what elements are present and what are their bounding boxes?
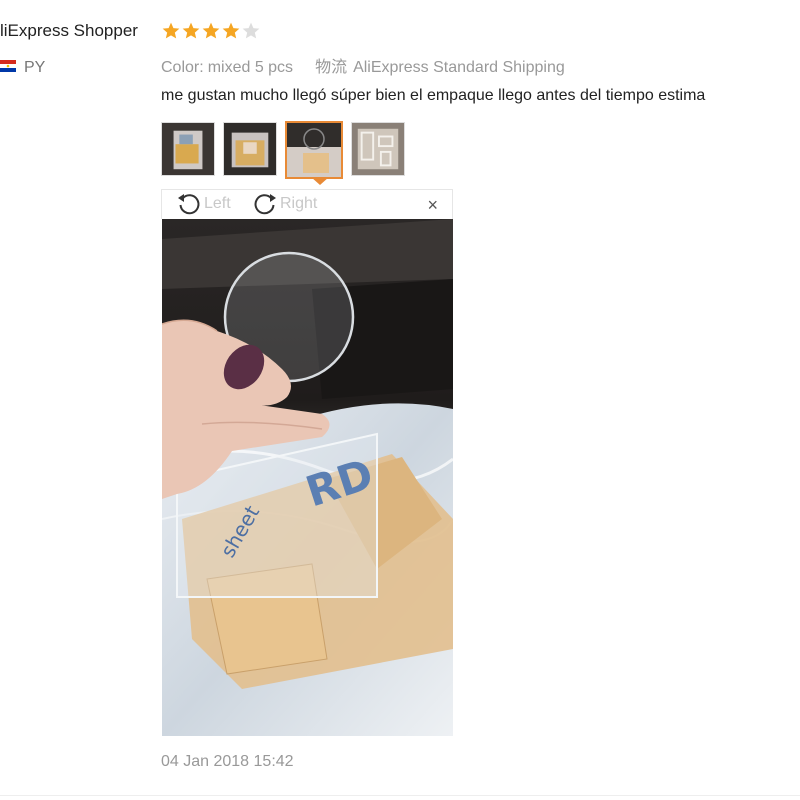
thumbnail-4[interactable] xyxy=(351,122,405,176)
thumbnail-2[interactable] xyxy=(223,122,277,176)
close-icon[interactable]: × xyxy=(427,196,438,214)
star-icon xyxy=(182,22,200,39)
color-value: mixed 5 pcs xyxy=(207,59,294,76)
shopper-name: liExpress Shopper xyxy=(0,21,138,40)
rotate-left-icon xyxy=(178,194,200,215)
country-code: PY xyxy=(24,59,46,76)
thumbnail-image xyxy=(162,123,214,175)
star-icon xyxy=(162,22,180,39)
rating-stars xyxy=(161,21,261,41)
rotate-right-button[interactable]: Right xyxy=(252,192,317,216)
order-info: Color: mixed 5 pcs 物流 AliExpress Standard S… xyxy=(161,53,565,77)
photo-thumbnails xyxy=(161,121,405,179)
star-icon xyxy=(222,22,240,39)
rotate-right-label: Right xyxy=(280,195,318,212)
color-label: Color: xyxy=(161,59,204,76)
thumbnail-image xyxy=(287,123,341,177)
star-icon xyxy=(202,22,220,39)
divider xyxy=(0,795,800,796)
shipping-label: 物流 xyxy=(315,59,348,76)
thumbnail-3-active[interactable] xyxy=(285,121,343,179)
review-text: me gustan mucho llegó súper bien el empa… xyxy=(161,87,706,104)
shipping-value: AliExpress Standard Shipping xyxy=(353,59,565,76)
paraguay-flag-icon xyxy=(0,60,16,72)
active-thumbnail-pointer xyxy=(311,177,329,185)
star-empty-icon xyxy=(242,22,260,39)
rotate-left-label: Left xyxy=(204,195,231,212)
thumbnail-image xyxy=(224,123,276,175)
thumbnail-image xyxy=(352,123,404,175)
image-viewer-toolbar: Left Right × xyxy=(161,189,453,219)
review-date: 04 Jan 2018 15:42 xyxy=(161,753,294,770)
review-photo: RD sheet xyxy=(162,219,453,736)
rotate-right-icon xyxy=(254,194,276,215)
thumbnail-1[interactable] xyxy=(161,122,215,176)
rotate-left-button[interactable]: Left xyxy=(176,192,231,216)
